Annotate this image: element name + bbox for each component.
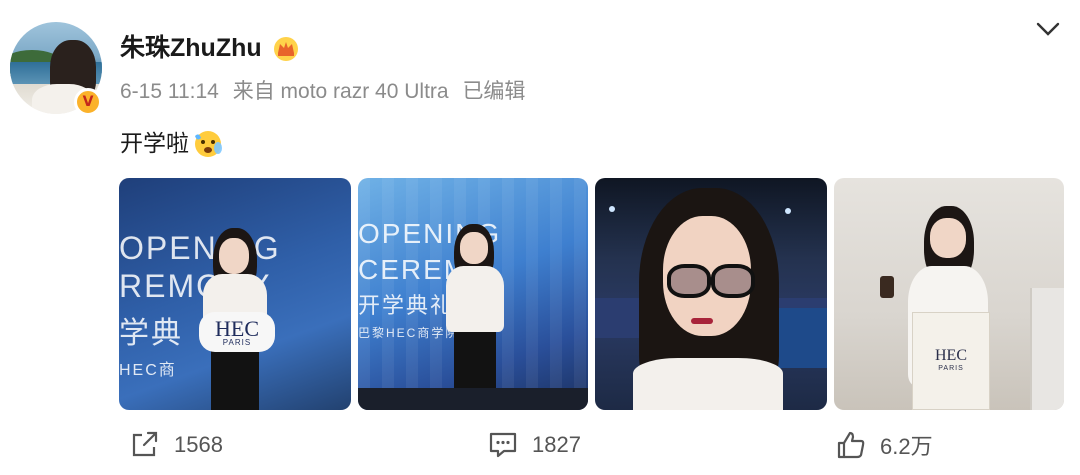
- post-edited: 已编辑: [462, 80, 526, 103]
- like-button[interactable]: 6.2万: [836, 425, 933, 465]
- banner-line: 开学典礼: [358, 293, 455, 318]
- banner-subtitle: 巴黎HEC商学院: [358, 326, 460, 340]
- post-text: 开学啦: [120, 126, 225, 160]
- hec-sign: HEC PARIS: [199, 312, 275, 352]
- post-body: 开学啦: [120, 130, 189, 156]
- face-emoji-icon: [195, 131, 222, 157]
- username[interactable]: 朱珠ZhuZhu: [120, 31, 262, 65]
- post-image-1[interactable]: OPENING REMONY 学典 HEC商 HEC PARIS: [119, 178, 351, 410]
- repost-count: 1568: [174, 432, 223, 457]
- post-image-3[interactable]: [595, 178, 827, 410]
- like-count: 6.2万: [880, 434, 933, 459]
- action-bar: 1568 1827 6.2万: [0, 425, 1080, 465]
- post-image-2[interactable]: OPENING CEREMO 开学典礼 巴黎HEC商学院: [358, 178, 588, 410]
- comment-icon: [489, 432, 517, 458]
- comment-button[interactable]: 1827: [488, 425, 581, 465]
- crown-badge-icon: [274, 37, 298, 61]
- post-image-4[interactable]: HEC PARIS: [834, 178, 1064, 410]
- post-source: 来自 moto razr 40 Ultra: [232, 80, 449, 103]
- hec-tote-bag: HEC PARIS: [912, 312, 990, 410]
- person-figure: [446, 224, 504, 410]
- banner-line: 学典: [119, 317, 183, 350]
- repost-button[interactable]: 1568: [130, 425, 223, 465]
- repost-icon: [132, 431, 158, 457]
- person-figure: [633, 188, 783, 410]
- post-date: 6-15 11:14: [120, 80, 219, 103]
- verified-v-icon: V: [74, 88, 102, 116]
- chevron-down-icon[interactable]: [1034, 18, 1062, 40]
- comment-count: 1827: [532, 432, 581, 457]
- banner-subtitle: HEC商: [119, 362, 177, 379]
- post-meta: 6-15 11:14 来自 moto razr 40 Ultra 已编辑: [120, 78, 533, 106]
- thumbs-up-icon: [837, 431, 865, 459]
